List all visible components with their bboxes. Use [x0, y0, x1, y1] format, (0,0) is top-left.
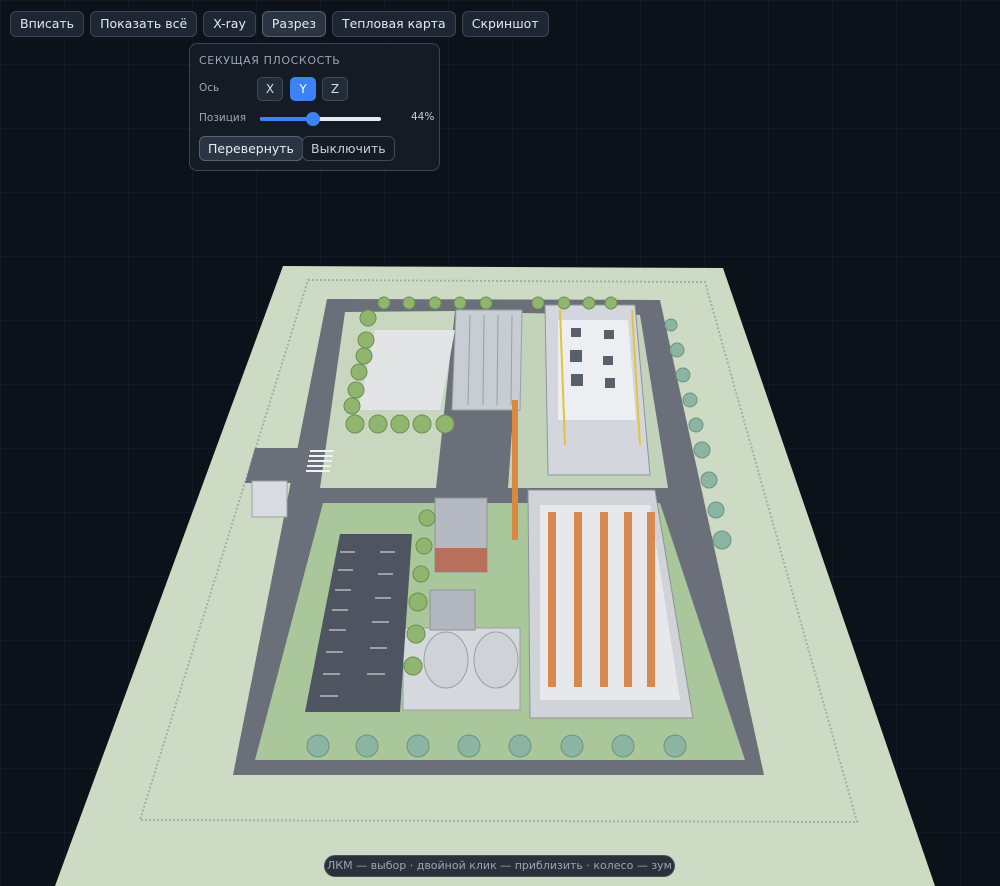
- position-row: Позиция 44%: [199, 111, 435, 127]
- road-west-spur[interactable]: [245, 448, 315, 483]
- tank-right[interactable]: [473, 631, 519, 689]
- axis-z-button[interactable]: Z: [322, 77, 348, 101]
- disable-button[interactable]: Выключить: [302, 136, 395, 161]
- axis-y-button[interactable]: Y: [290, 77, 316, 101]
- position-label: Позиция: [199, 112, 247, 124]
- screenshot-button[interactable]: Скриншот: [461, 11, 549, 37]
- position-value: 44%: [411, 111, 435, 123]
- substation-hall[interactable]: [558, 320, 636, 420]
- flip-button[interactable]: Перевернуть: [199, 136, 303, 161]
- show-all-button[interactable]: Показать всё: [90, 11, 198, 37]
- axis-row: Ось X Y Z: [199, 77, 399, 101]
- guard-house[interactable]: [251, 480, 288, 518]
- xray-button[interactable]: X-ray: [203, 11, 256, 37]
- slider-fill: [260, 117, 314, 121]
- pump-station-wall: [435, 548, 487, 572]
- utility-trench[interactable]: [512, 400, 518, 540]
- tank-left[interactable]: [423, 631, 469, 689]
- slider-thumb[interactable]: [306, 112, 321, 126]
- 3d-viewport[interactable]: [0, 0, 1000, 886]
- heatmap-button[interactable]: Тепловая карта: [331, 11, 456, 37]
- action-row: Перевернуть Выключить: [199, 136, 431, 161]
- fit-button[interactable]: Вписать: [10, 11, 85, 37]
- section-button[interactable]: Разрез: [261, 11, 326, 37]
- main-toolbar: Вписать Показать всё X-ray Разрез Теплов…: [10, 11, 549, 37]
- position-slider[interactable]: [260, 112, 381, 126]
- panel-title: СЕКУЩАЯ ПЛОСКОСТЬ: [199, 54, 341, 67]
- axis-label: Ось: [199, 82, 220, 94]
- controls-hint: ЛКМ — выбор · двойной клик — приблизить …: [324, 855, 675, 877]
- section-plane-panel: СЕКУЩАЯ ПЛОСКОСТЬ Ось X Y Z Позиция 44% …: [189, 43, 440, 171]
- axis-x-button[interactable]: X: [257, 77, 283, 101]
- tank-building[interactable]: [429, 589, 476, 631]
